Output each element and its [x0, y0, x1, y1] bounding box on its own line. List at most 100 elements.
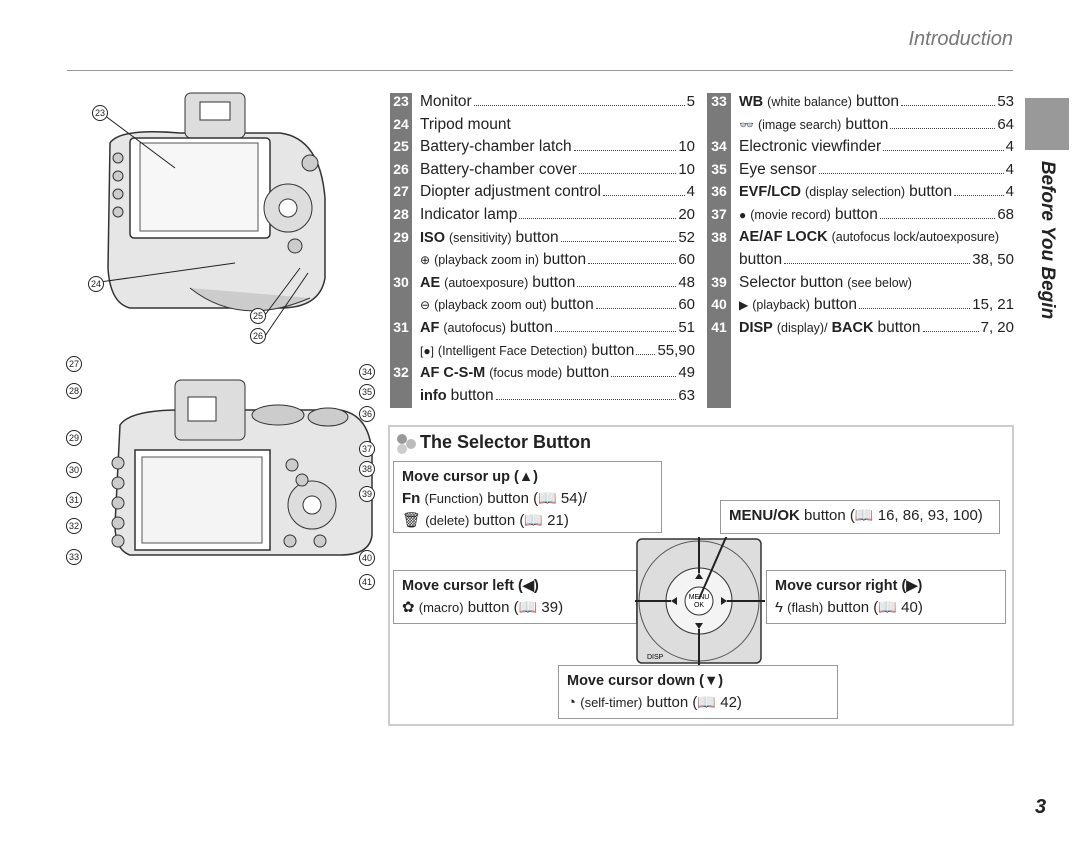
- item-text: EVF/LCD (display selection) button 4: [739, 183, 1014, 201]
- item-bold-label: info: [420, 387, 447, 404]
- flash-icon: ϟ: [775, 599, 783, 616]
- list-item: 24 Tripod mount: [390, 116, 695, 138]
- parts-list-right: 33 WB (white balance) button 53 👓 (image searc…: [707, 93, 1014, 408]
- self-timer-ref: button (📖 42): [646, 694, 742, 711]
- item-number: 34: [711, 138, 727, 155]
- item-name: button: [532, 273, 576, 291]
- item-page: 63: [678, 386, 695, 404]
- move-down-title: Move cursor down (▼): [567, 673, 724, 689]
- fn-label: Fn: [402, 490, 421, 507]
- move-left-title: Move cursor left (◀): [402, 578, 539, 594]
- menu-ok-ref: button (📖 16, 86, 93, 100): [804, 507, 983, 524]
- item-number: 35: [711, 160, 727, 177]
- callout-37: 37: [359, 441, 375, 457]
- item-page: 64: [997, 115, 1014, 133]
- item-page: 10: [678, 138, 695, 156]
- fn-ref: button (📖 54)/: [487, 490, 587, 507]
- item-page: 53: [997, 93, 1014, 110]
- item-description: (playback): [752, 298, 810, 313]
- list-item: 27 Diopter adjustment control 4: [390, 183, 695, 205]
- delete-desc: (delete): [425, 513, 470, 528]
- list-item: 38 AE/AF LOCK (autofocus lock/autoexposure…: [707, 229, 1014, 251]
- item-name: Electronic viewfinder: [739, 138, 882, 156]
- image-search-icon: 👓: [739, 117, 754, 132]
- delete-icon: 🗑: [402, 512, 422, 529]
- item-number: 29: [393, 228, 409, 245]
- list-item: 37 ● (movie record) button 68: [707, 206, 1014, 228]
- dot-leader: [784, 263, 971, 265]
- item-bold-label: ISO: [420, 229, 445, 246]
- list-item: 25 Battery-chamber latch 10: [390, 138, 695, 160]
- item-text: AE/AF LOCK (autofocus lock/autoexposure): [739, 229, 1014, 245]
- item-number: 25: [393, 138, 409, 155]
- item-bold-label: AF: [420, 320, 440, 336]
- item-name: Monitor: [420, 93, 472, 110]
- list-item: 36 EVF/LCD (display selection) button 4: [707, 183, 1014, 205]
- playback-icon: ▶: [739, 298, 749, 313]
- callout-38: 38: [359, 461, 375, 477]
- callout-23: 23: [92, 105, 108, 121]
- item-page: 5: [686, 93, 695, 110]
- item-page: 4: [1005, 160, 1014, 178]
- item-name: button: [550, 296, 594, 314]
- move-up-title: Move cursor up (▲): [402, 469, 539, 485]
- list-item: 34 Electronic viewfinder 4: [707, 138, 1014, 160]
- self-timer-desc: (self-timer): [580, 695, 643, 710]
- item-bold-label: AF C-S-M: [420, 365, 486, 382]
- list-item: 31 AF (autofocus) button 51: [390, 319, 695, 341]
- item-text: AE (autoexposure) button 48: [420, 274, 695, 292]
- item-description: (playback zoom out): [434, 298, 547, 313]
- item-description: (autofocus lock/autoexposure): [831, 229, 1000, 244]
- item-name: button: [855, 93, 900, 110]
- dot-leader: [519, 218, 677, 219]
- callout-39: 39: [359, 486, 375, 502]
- item-name: Selector button: [739, 273, 844, 291]
- move-right-box: Move cursor right (▶) ϟ (flash) button (…: [766, 570, 1006, 624]
- item-description: (sensitivity): [448, 230, 512, 245]
- item-bold-label: DISP: [739, 320, 773, 336]
- item-text: Tripod mount: [420, 116, 695, 134]
- list-item: 26 Battery-chamber cover 10: [390, 161, 695, 183]
- selector-dial-illustration: MENU OK DISP: [635, 537, 765, 667]
- item-text: ▶ (playback) button 15, 21: [739, 296, 1014, 314]
- item-text: Indicator lamp 20: [420, 206, 695, 224]
- dot-leader: [602, 195, 685, 197]
- item-page: 60: [678, 296, 695, 314]
- section-title: The Selector Button: [420, 432, 592, 452]
- item-page: 38, 50: [972, 251, 1014, 269]
- dot-leader: [890, 127, 996, 129]
- item-description: (display)/: [776, 321, 828, 335]
- item-number: 23: [393, 93, 409, 109]
- move-left-box: Move cursor left (◀) ✿ (macro) button (📖…: [393, 570, 637, 624]
- list-item: 40 ▶ (playback) button 15, 21: [707, 296, 1014, 318]
- parts-list-left: 23 Monitor 5 24 Tripod mount 25 Battery-chambe…: [390, 93, 695, 408]
- list-item: 33 WB (white balance) button 53: [707, 93, 1014, 115]
- macro-ref: button (📖 39): [467, 599, 564, 616]
- flash-ref: button (📖 40): [827, 599, 923, 616]
- item-number: 27: [393, 183, 409, 200]
- callout-33: 33: [66, 549, 82, 565]
- side-tab-marker: [1025, 98, 1069, 150]
- item-number: 24: [393, 115, 409, 132]
- item-number: 33: [711, 93, 727, 109]
- item-name: button: [515, 228, 559, 246]
- item-text: ● (movie record) button 68: [739, 206, 1014, 224]
- item-text: [●] (Intelligent Face Detection) button 55,…: [420, 342, 695, 360]
- item-text: AF C-S-M (focus mode) button 49: [420, 364, 695, 382]
- item-number: 39: [711, 273, 727, 290]
- manual-page: Introduction Before You Begin 3 23 24 25…: [0, 0, 1080, 846]
- dot-leader: [560, 240, 677, 242]
- item-number: 26: [393, 160, 409, 177]
- item-name: button: [909, 183, 953, 201]
- item-page: 10: [678, 160, 695, 178]
- item-number: 32: [393, 364, 409, 381]
- item-text: Diopter adjustment control 4: [420, 183, 695, 201]
- item-description: (playback zoom in): [434, 253, 539, 268]
- item-page: 7, 20: [980, 319, 1014, 336]
- item-text: 👓 (image search) button 64: [739, 116, 1014, 134]
- list-item: 41 DISP (display)/BACK button 7, 20: [707, 319, 1014, 341]
- item-name: Eye sensor: [739, 160, 817, 178]
- item-page: 51: [678, 319, 695, 336]
- item-description: (focus mode): [489, 366, 563, 381]
- item-number: 28: [393, 206, 409, 222]
